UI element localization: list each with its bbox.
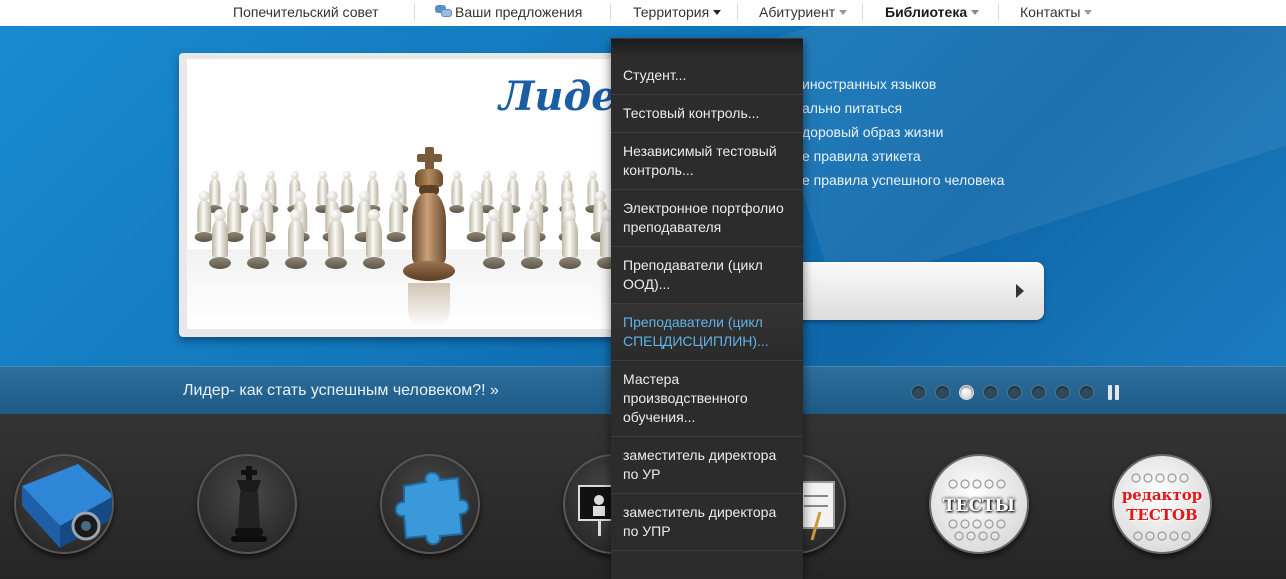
slide-info-list: иностранных языков ально питаться доровы… — [802, 72, 1004, 192]
slider-dot[interactable] — [935, 385, 950, 400]
nav-divider — [998, 4, 999, 20]
nav-label: Абитуриент — [759, 4, 836, 20]
dropdown-item-portfolio[interactable]: Электронное портфолио преподавателя — [611, 190, 803, 247]
puzzle-link[interactable] — [380, 454, 480, 554]
nav-item-board[interactable]: Попечительский совет — [233, 3, 379, 23]
slide-image: Лиде — [187, 59, 619, 329]
pawn-piece — [559, 209, 581, 269]
chevron-down-icon — [839, 10, 848, 15]
dropdown-item-independent-test[interactable]: Независимый тестовый контроль... — [611, 133, 803, 190]
editor-label-bottom: ТЕСТОВ — [1126, 506, 1198, 524]
slider-dot[interactable] — [983, 385, 998, 400]
library-dropdown-menu: Студент... Тестовый контроль... Независи… — [611, 38, 803, 579]
tests-link[interactable]: ТЕСТЫ — [929, 454, 1029, 554]
projector-link[interactable] — [14, 454, 114, 554]
nav-divider — [610, 4, 611, 20]
nav-label: Территория — [633, 4, 710, 20]
dropdown-item-teachers-special[interactable]: Преподаватели (цикл СПЕЦДИСЦИПЛИН)... — [611, 304, 803, 361]
dropdown-item-deputy-upr[interactable]: заместитель директора по УПР — [611, 494, 803, 551]
nav-label: Библиотека — [885, 4, 968, 20]
pawn-piece — [325, 209, 347, 269]
slide-more-button[interactable] — [776, 262, 1044, 320]
king-piece-image — [400, 147, 458, 327]
puzzle-piece-icon — [394, 471, 470, 546]
nav-item-library[interactable]: Библиотека — [885, 3, 980, 23]
tests-label: ТЕСТЫ — [942, 496, 1016, 516]
dropdown-item-test-control[interactable]: Тестовый контроль... — [611, 95, 803, 133]
slider-dot[interactable] — [1079, 385, 1094, 400]
pawn-piece — [483, 209, 505, 269]
test-sheet-icon — [1131, 473, 1191, 541]
nav-item-territory[interactable]: Территория — [633, 3, 722, 23]
nav-label: Ваши предложения — [455, 4, 583, 20]
chess-king-icon — [231, 466, 267, 542]
nav-item-contacts[interactable]: Контакты — [1020, 3, 1093, 23]
nav-label: Контакты — [1020, 4, 1081, 20]
pawn-piece — [363, 209, 385, 269]
nav-label: Попечительский совет — [233, 4, 379, 20]
nav-item-applicant[interactable]: Абитуриент — [759, 3, 848, 23]
slider-dot[interactable] — [1031, 385, 1046, 400]
dropdown-item-student[interactable]: Студент... — [611, 57, 803, 95]
test-editor-link[interactable]: редактор ТЕСТОВ — [1112, 454, 1212, 554]
arrow-right-icon — [1016, 284, 1024, 298]
pawn-piece — [285, 209, 307, 269]
slider-dot[interactable] — [911, 385, 926, 400]
info-item: иностранных языков — [802, 76, 937, 92]
top-navigation: Попечительский совет Ваши предложения Те… — [0, 0, 1286, 26]
slide-title: Лиде — [499, 73, 617, 120]
slide-image-frame[interactable]: Лиде — [179, 53, 625, 337]
pause-icon[interactable] — [1108, 385, 1120, 400]
info-item: е правила успешного человека — [802, 172, 1005, 188]
nav-divider — [862, 4, 863, 20]
pawn-piece — [209, 209, 231, 269]
dropdown-item-masters[interactable]: Мастера производственного обучения... — [611, 361, 803, 437]
dropdown-item-deputy-ur[interactable]: заместитель директора по УР — [611, 437, 803, 494]
nav-divider — [414, 4, 415, 20]
slider-dot[interactable] — [1055, 385, 1070, 400]
slide-caption-link[interactable]: Лидер- как стать успешным человеком?! » — [183, 382, 499, 400]
chat-icon — [435, 5, 452, 19]
info-item: е правила этикета — [802, 148, 921, 164]
chevron-down-icon — [971, 10, 980, 15]
info-item: доровый образ жизни — [802, 124, 944, 140]
nav-divider — [737, 4, 738, 20]
info-item: ально питаться — [802, 100, 903, 116]
chess-link[interactable] — [197, 454, 297, 554]
chevron-down-icon — [713, 10, 722, 15]
chevron-down-icon — [1084, 10, 1093, 15]
slider-dot[interactable] — [959, 385, 974, 400]
pawn-piece — [247, 209, 269, 269]
slider-dot[interactable] — [1007, 385, 1022, 400]
projector-icon — [22, 464, 112, 548]
editor-label-top: редактор — [1121, 486, 1203, 504]
nav-item-suggestions[interactable]: Ваши предложения — [435, 3, 582, 23]
dropdown-item-teachers-ood[interactable]: Преподаватели (цикл ООД)... — [611, 247, 803, 304]
pawn-piece — [521, 209, 543, 269]
